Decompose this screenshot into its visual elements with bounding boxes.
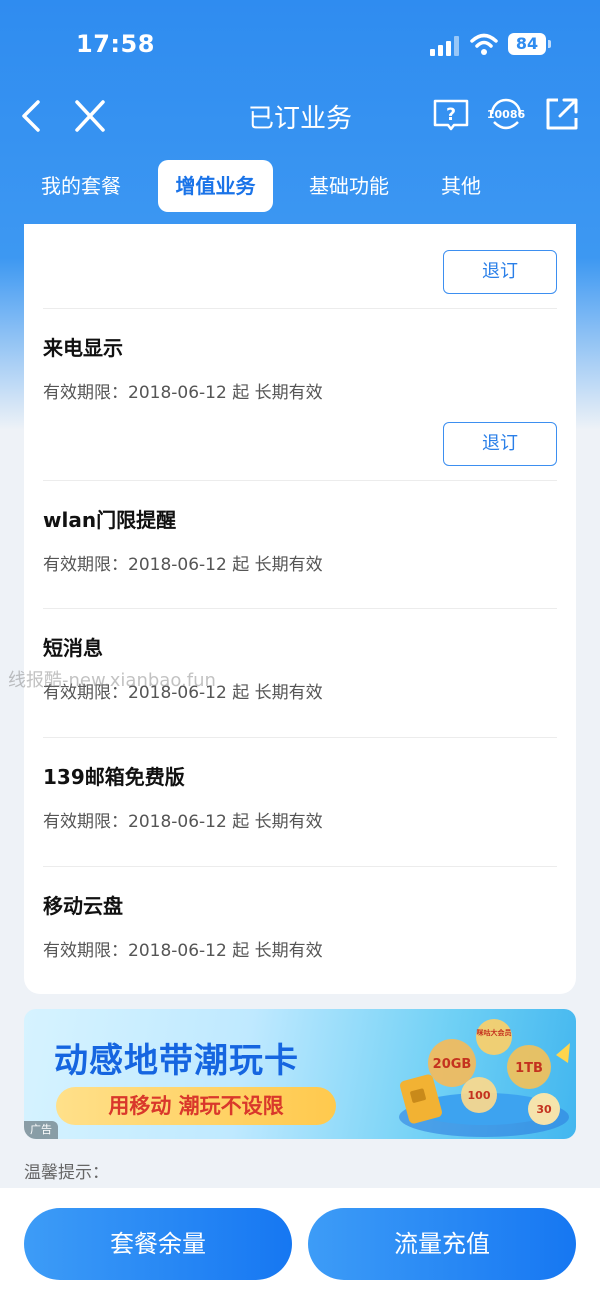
tab-other[interactable]: 其他: [426, 160, 496, 212]
tab-value-added[interactable]: 增值业务: [158, 160, 273, 212]
service-validity: 有效期限：2018-06-12 起 长期有效: [43, 812, 323, 832]
plan-balance-button[interactable]: 套餐余量: [24, 1208, 292, 1280]
category-tabs: 我的套餐 增值业务 基础功能 其他: [0, 160, 600, 214]
battery-indicator: 84: [508, 33, 551, 55]
wifi-icon: [470, 33, 498, 55]
service-validity: 有效期限：2018-06-12 起 长期有效: [43, 383, 323, 403]
service-validity: 有效期限：2018-06-12 起 长期有效: [43, 941, 323, 961]
tab-my-plan[interactable]: 我的套餐: [28, 160, 134, 212]
list-item: 来电显示 有效期限：2018-06-12 起 长期有效 退订: [24, 308, 576, 480]
watermark: 线报酷-new.xianbao.fun: [8, 670, 216, 691]
cellular-signal-icon: [430, 36, 459, 56]
service-name: 短消息: [43, 636, 103, 660]
promo-illustration-icon: 20GB 咪咕大会员 1TB 100 30: [399, 1019, 570, 1137]
banner-slogan: 用移动 潮玩不设限: [56, 1087, 336, 1125]
service-validity: 有效期限：2018-06-12 起 长期有效: [43, 555, 323, 575]
share-icon[interactable]: [544, 96, 580, 132]
service-name: 移动云盘: [43, 894, 123, 918]
list-item: wlan门限提醒 有效期限：2018-06-12 起 长期有效: [24, 480, 576, 608]
unsubscribe-button[interactable]: 退订: [443, 250, 557, 294]
tips-title: 温馨提示：: [24, 1163, 109, 1183]
service-number: 10086: [486, 108, 526, 121]
service-name: wlan门限提醒: [43, 508, 177, 532]
help-book-icon[interactable]: ?: [432, 98, 470, 132]
unsubscribe-button[interactable]: 退订: [443, 422, 557, 466]
banner-title: 动感地带潮玩卡: [54, 1041, 299, 1081]
art-label: 30: [536, 1103, 552, 1116]
svg-text:?: ?: [446, 105, 456, 125]
art-label: 咪咕大会员: [477, 1028, 512, 1037]
promo-banner[interactable]: 动感地带潮玩卡 用移动 潮玩不设限 20GB 咪咕大会员 1TB 100 30 …: [24, 1009, 576, 1139]
service-name: 139邮箱免费版: [43, 765, 185, 789]
tab-basic-functions[interactable]: 基础功能: [296, 160, 402, 212]
list-item: 139邮箱免费版 有效期限：2018-06-12 起 长期有效: [24, 737, 576, 866]
nav-bar: 已订业务 ? 10086: [0, 88, 600, 144]
art-label: 1TB: [515, 1061, 543, 1076]
art-label: 20GB: [433, 1057, 472, 1072]
status-bar: 17:58 84: [0, 0, 600, 88]
bottom-action-bar: 套餐余量 流量充值: [0, 1188, 600, 1300]
ad-tag: 广告: [24, 1121, 58, 1139]
data-recharge-button[interactable]: 流量充值: [308, 1208, 576, 1280]
art-label: 100: [468, 1089, 491, 1102]
list-item: 移动云盘 有效期限：2018-06-12 起 长期有效: [24, 866, 576, 994]
status-time: 17:58: [76, 30, 155, 58]
service-name: 来电显示: [43, 336, 123, 360]
service-list-card: 退订 来电显示 有效期限：2018-06-12 起 长期有效 退订 wlan门限…: [24, 224, 576, 994]
